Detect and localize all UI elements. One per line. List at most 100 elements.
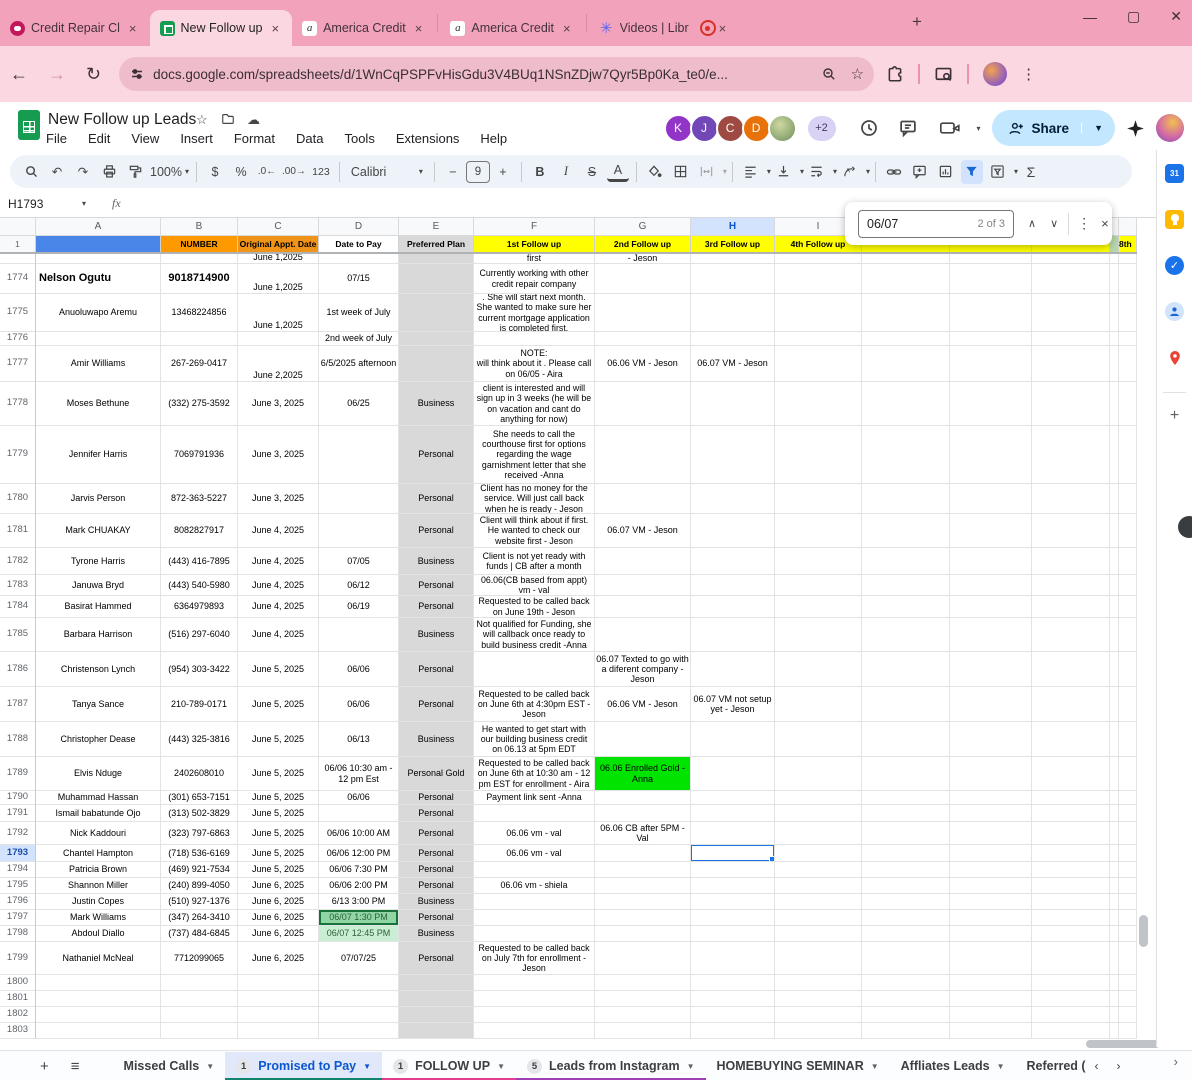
- cell-3rd-follow-up[interactable]: [691, 757, 775, 791]
- close-icon[interactable]: ✕: [1170, 8, 1182, 25]
- cell-number[interactable]: [161, 254, 238, 264]
- cell[interactable]: [1119, 484, 1137, 514]
- insert-comment-icon[interactable]: [909, 160, 931, 184]
- insert-chart-icon[interactable]: [935, 160, 957, 184]
- cell-3rd-follow-up[interactable]: [691, 845, 775, 862]
- cell-3rd-follow-up[interactable]: [691, 1007, 775, 1023]
- cell-2nd-follow-up[interactable]: [595, 722, 691, 757]
- cell-2nd-follow-up[interactable]: - Jeson: [595, 254, 691, 264]
- calendar-icon[interactable]: 31: [1165, 164, 1184, 183]
- cell-appt-date[interactable]: June 4, 2025: [238, 618, 319, 652]
- cell[interactable]: [1110, 845, 1119, 862]
- merge-dropdown-icon[interactable]: ▾: [723, 167, 727, 176]
- tab-close-icon[interactable]: ×: [412, 21, 426, 36]
- cell[interactable]: [1032, 910, 1110, 926]
- cell-name[interactable]: Mark CHUAKAY: [36, 514, 161, 548]
- row-header[interactable]: 1775: [0, 294, 36, 332]
- cell-date-to-pay[interactable]: 07/05: [319, 548, 399, 575]
- row-header[interactable]: 1794: [0, 862, 36, 878]
- cell-1st-follow-up[interactable]: [474, 1023, 595, 1039]
- cell[interactable]: [862, 294, 950, 332]
- cell-1st-follow-up[interactable]: Requested to be called back on July 7th …: [474, 942, 595, 975]
- cell-preferred-plan[interactable]: Personal: [399, 845, 474, 862]
- cell-date-to-pay[interactable]: [319, 1023, 399, 1039]
- cell-preferred-plan[interactable]: Personal: [399, 687, 474, 722]
- cell-date-to-pay[interactable]: 06/06 2:00 PM: [319, 878, 399, 894]
- cell[interactable]: [862, 426, 950, 484]
- borders-icon[interactable]: [670, 160, 692, 184]
- cell-3rd-follow-up[interactable]: [691, 822, 775, 845]
- cell-name[interactable]: Barbara Harrison: [36, 618, 161, 652]
- cell[interactable]: [775, 618, 862, 652]
- cell-appt-date[interactable]: [238, 332, 319, 346]
- cell[interactable]: [950, 514, 1032, 548]
- cell-1st-follow-up[interactable]: Requested to be called back on June 6th …: [474, 757, 595, 791]
- column-header-a[interactable]: A: [36, 218, 161, 236]
- sheet-tab-affliates-leads[interactable]: Affliates Leads▼: [890, 1052, 1016, 1080]
- share-button[interactable]: Share ▼: [992, 110, 1115, 146]
- cell-name[interactable]: [36, 332, 161, 346]
- cell-2nd-follow-up[interactable]: [595, 575, 691, 596]
- sheet-tab-follow-up[interactable]: 1 FOLLOW UP▼: [382, 1052, 516, 1080]
- cell-appt-date[interactable]: June 6, 2025: [238, 942, 319, 975]
- cell[interactable]: [862, 254, 950, 264]
- cell[interactable]: [950, 991, 1032, 1007]
- cell[interactable]: [775, 575, 862, 596]
- cell-3rd-follow-up[interactable]: [691, 254, 775, 264]
- cell[interactable]: [862, 822, 950, 845]
- cell[interactable]: [950, 862, 1032, 878]
- cell-number[interactable]: (313) 502-3829: [161, 805, 238, 822]
- decrease-font-size-icon[interactable]: −: [442, 160, 464, 184]
- cell-number[interactable]: 210-789-0171: [161, 687, 238, 722]
- cell-name[interactable]: [36, 991, 161, 1007]
- cell-2nd-follow-up[interactable]: [595, 791, 691, 805]
- cell-2nd-follow-up[interactable]: 06.07 VM - Jeson: [595, 514, 691, 548]
- cell-preferred-plan[interactable]: Personal: [399, 596, 474, 618]
- row-header[interactable]: 1785: [0, 618, 36, 652]
- tab-close-icon[interactable]: ×: [716, 21, 730, 36]
- url-text[interactable]: docs.google.com/spreadsheets/d/1WnCqPSPF…: [153, 67, 821, 82]
- cell[interactable]: [1110, 975, 1119, 991]
- cell-2nd-follow-up[interactable]: [595, 332, 691, 346]
- cell-3rd-follow-up[interactable]: [691, 1023, 775, 1039]
- cell[interactable]: [1032, 791, 1110, 805]
- text-color-icon[interactable]: A: [607, 161, 629, 182]
- cell-number[interactable]: (443) 416-7895: [161, 548, 238, 575]
- cell[interactable]: [950, 618, 1032, 652]
- sheet-tab-referred[interactable]: Referred (: [1016, 1052, 1086, 1080]
- cell[interactable]: [950, 1023, 1032, 1039]
- cell[interactable]: [1110, 926, 1119, 942]
- cell[interactable]: [1110, 862, 1119, 878]
- cell-appt-date[interactable]: June 5, 2025: [238, 822, 319, 845]
- row-header[interactable]: 1780: [0, 484, 36, 514]
- cell[interactable]: [1032, 264, 1110, 294]
- cell[interactable]: [1032, 484, 1110, 514]
- get-addons-icon[interactable]: +: [1165, 406, 1184, 425]
- cell[interactable]: [1119, 575, 1137, 596]
- cell-2nd-follow-up[interactable]: 06.06 CB after 5PM - Val: [595, 822, 691, 845]
- tab-close-icon[interactable]: ×: [126, 21, 140, 36]
- header-cell-date-to-pay[interactable]: Date to Pay: [319, 236, 399, 252]
- browser-tab-5[interactable]: ✳ Videos | Libr ×: [589, 10, 740, 46]
- cell-name[interactable]: Amir Williams: [36, 346, 161, 382]
- bookmark-star-icon[interactable]: ☆: [851, 65, 864, 83]
- bold-icon[interactable]: B: [529, 160, 551, 184]
- cell[interactable]: [950, 757, 1032, 791]
- name-box[interactable]: H1793 ▾: [0, 197, 94, 211]
- header-cell-appt-date[interactable]: Original Appt. Date: [238, 236, 319, 252]
- cell[interactable]: [862, 878, 950, 894]
- cell[interactable]: [862, 926, 950, 942]
- cell-1st-follow-up[interactable]: . She will start next month. She wanted …: [474, 294, 595, 332]
- cell-date-to-pay[interactable]: 07/07/25: [319, 942, 399, 975]
- cell-3rd-follow-up[interactable]: [691, 805, 775, 822]
- fill-color-icon[interactable]: [644, 160, 666, 184]
- cell[interactable]: [1032, 548, 1110, 575]
- sheet-tab-missed-calls[interactable]: Missed Calls▼: [113, 1052, 226, 1080]
- cell-preferred-plan[interactable]: Personal: [399, 652, 474, 687]
- header-cell-number[interactable]: NUMBER: [161, 236, 238, 252]
- cell-appt-date[interactable]: June 5, 2025: [238, 722, 319, 757]
- cell-appt-date[interactable]: June 6, 2025: [238, 894, 319, 910]
- row-header[interactable]: [0, 254, 36, 264]
- cell[interactable]: [1119, 346, 1137, 382]
- cell-number[interactable]: 6364979893: [161, 596, 238, 618]
